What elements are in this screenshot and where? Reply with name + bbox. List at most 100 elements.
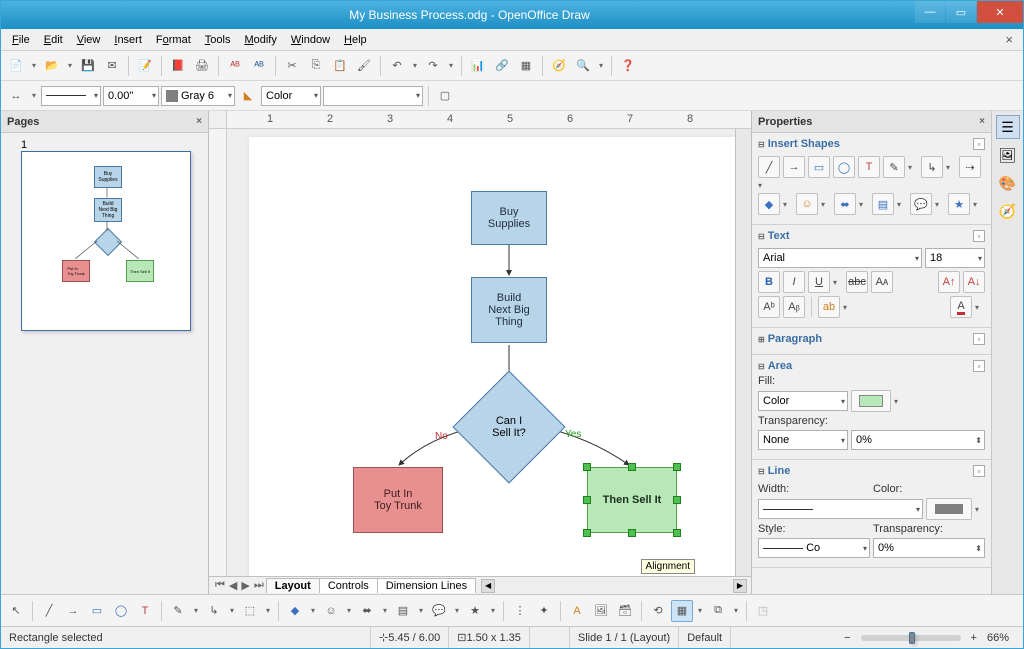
basic-shape-tool-icon[interactable]: ◆ [284, 600, 306, 622]
font-size-combo[interactable]: 18▾ [925, 248, 985, 268]
vertical-scrollbar[interactable] [735, 129, 751, 576]
section-text[interactable]: Text [768, 230, 790, 242]
paste-icon[interactable]: 📋 [329, 55, 351, 77]
zoom-slider[interactable] [861, 635, 961, 641]
line-width-combo[interactable]: ▾ [758, 499, 923, 519]
text-shape-icon[interactable]: T [858, 156, 880, 178]
section-insert-shapes[interactable]: Insert Shapes [768, 138, 840, 150]
basic-shapes-icon[interactable]: ◆ [758, 193, 780, 215]
block-arrow-tool-icon[interactable]: ⬌ [356, 600, 378, 622]
section-line[interactable]: Line [768, 465, 791, 477]
undo-icon[interactable]: ↶ [386, 55, 408, 77]
more-icon[interactable]: ▫ [973, 360, 985, 372]
highlight-button[interactable]: ab [818, 296, 840, 318]
callout-tool-icon[interactable]: 💬 [428, 600, 450, 622]
flowchart-tool-icon[interactable]: ▤ [392, 600, 414, 622]
connector-tool-icon[interactable]: ↳ [203, 600, 225, 622]
selection-handle[interactable] [673, 463, 681, 471]
ellipse-shape-icon[interactable]: ◯ [833, 156, 855, 178]
more-arrows-icon[interactable]: ⇢ [959, 156, 981, 178]
tab-nav-first[interactable]: ⏮ [213, 579, 227, 592]
shadow-text-button[interactable]: Aᴀ [871, 271, 893, 293]
fontwork-tool-icon[interactable]: A [566, 600, 588, 622]
redo-dd[interactable]: ▾ [446, 55, 456, 77]
flowchart-box-toytrunk[interactable]: Put In Toy Trunk [353, 467, 443, 533]
line-style-combo[interactable]: Co▾ [758, 538, 870, 558]
select-tool-icon[interactable]: ↖ [5, 600, 27, 622]
fill-mode-combo[interactable]: Color▾ [758, 391, 848, 411]
underline-button[interactable]: U [808, 271, 830, 293]
zoom-percent[interactable]: 66% [981, 632, 1015, 644]
italic-button[interactable]: I [783, 271, 805, 293]
cut-icon[interactable]: ✂ [281, 55, 303, 77]
undo-dd[interactable]: ▾ [410, 55, 420, 77]
superscript-button[interactable]: Aᵇ [758, 296, 780, 318]
strike-button[interactable]: abc [846, 271, 868, 293]
drawing-canvas[interactable]: Buy Supplies Build Next Big Thing Can I … [227, 129, 735, 576]
fill-bucket-icon[interactable]: ◣ [237, 85, 259, 107]
bold-button[interactable]: B [758, 271, 780, 293]
help-icon[interactable]: ❓ [617, 55, 639, 77]
3d-tool-icon[interactable]: ⬚ [239, 600, 261, 622]
spellcheck-icon[interactable]: ᴬᴮ [224, 55, 246, 77]
decrease-font-button[interactable]: A↓ [963, 271, 985, 293]
horizontal-scrollbar[interactable]: ◀▶ [481, 579, 747, 593]
rotate-tool-icon[interactable]: ⟲ [647, 600, 669, 622]
page-thumbnail[interactable]: BuySupplies BuildNext BigThing Put InToy… [21, 151, 191, 331]
line-style-combo[interactable]: ▾ [41, 86, 101, 106]
line-shape-icon[interactable]: ╱ [758, 156, 780, 178]
fill-value-combo[interactable]: ▾ [323, 86, 423, 106]
transparency-value-combo[interactable]: 0%⬍ [851, 430, 985, 450]
rect-shape-icon[interactable]: ▭ [808, 156, 830, 178]
properties-close-icon[interactable]: × [979, 116, 985, 127]
points-tool-icon[interactable]: ⋮ [509, 600, 531, 622]
3d-tool-dd[interactable]: ▾ [263, 600, 273, 622]
fill-swatch-button[interactable] [851, 390, 891, 412]
new-dd[interactable]: ▾ [29, 55, 39, 77]
menu-edit[interactable]: Edit [37, 32, 70, 48]
table-icon[interactable]: ▦ [515, 55, 537, 77]
selection-handle[interactable] [673, 496, 681, 504]
more-icon[interactable]: ▫ [973, 230, 985, 242]
format-paintbrush-icon[interactable]: 🖌 [353, 55, 375, 77]
text-tool-icon[interactable]: T [134, 600, 156, 622]
shadow-icon[interactable]: ▢ [434, 85, 456, 107]
menu-format[interactable]: Format [149, 32, 198, 48]
drawing-page[interactable]: Buy Supplies Build Next Big Thing Can I … [249, 137, 735, 576]
arrange-tool-icon[interactable]: ⧉ [707, 600, 729, 622]
glue-tool-icon[interactable]: ✦ [533, 600, 555, 622]
menu-modify[interactable]: Modify [237, 32, 283, 48]
tab-controls[interactable]: Controls [319, 578, 378, 593]
menu-view[interactable]: View [70, 32, 108, 48]
close-document-button[interactable]: × [999, 32, 1019, 47]
hyperlink-icon[interactable]: 🔗 [491, 55, 513, 77]
gallery-tab-icon[interactable]: 🖼 [996, 143, 1020, 167]
gallery-tool-icon[interactable]: 🗃 [614, 600, 636, 622]
properties-tab-icon[interactable]: ☰ [996, 115, 1020, 139]
zoom-in-button[interactable]: + [967, 632, 981, 644]
tab-nav-last[interactable]: ⏭ [252, 579, 266, 592]
arrow-dd[interactable]: ▾ [29, 85, 39, 107]
line-color-combo[interactable]: Gray 6▾ [161, 86, 235, 106]
selection-handle[interactable] [583, 463, 591, 471]
callout-shapes-icon[interactable]: 💬 [910, 193, 932, 215]
fill-mode-combo[interactable]: Color▾ [261, 86, 321, 106]
curve-tool-icon[interactable]: ✎ [167, 600, 189, 622]
redo-icon[interactable]: ↷ [422, 55, 444, 77]
arrow-shape-icon[interactable]: → [783, 156, 805, 178]
menu-insert[interactable]: Insert [107, 32, 149, 48]
menu-file[interactable]: File [5, 32, 37, 48]
font-name-combo[interactable]: Arial▾ [758, 248, 922, 268]
extrusion-tool-icon[interactable]: ◳ [752, 600, 774, 622]
connector-tool-dd[interactable]: ▾ [227, 600, 237, 622]
save-icon[interactable]: 💾 [77, 55, 99, 77]
menu-window[interactable]: Window [284, 32, 337, 48]
selection-handle[interactable] [673, 529, 681, 537]
open-icon[interactable]: 📂 [41, 55, 63, 77]
section-paragraph[interactable]: Paragraph [768, 333, 822, 345]
curve-tool-dd[interactable]: ▾ [191, 600, 201, 622]
flowchart-shapes-icon[interactable]: ▤ [872, 193, 894, 215]
transparency-mode-combo[interactable]: None▾ [758, 430, 848, 450]
selection-handle[interactable] [628, 529, 636, 537]
new-icon[interactable]: 📄 [5, 55, 27, 77]
